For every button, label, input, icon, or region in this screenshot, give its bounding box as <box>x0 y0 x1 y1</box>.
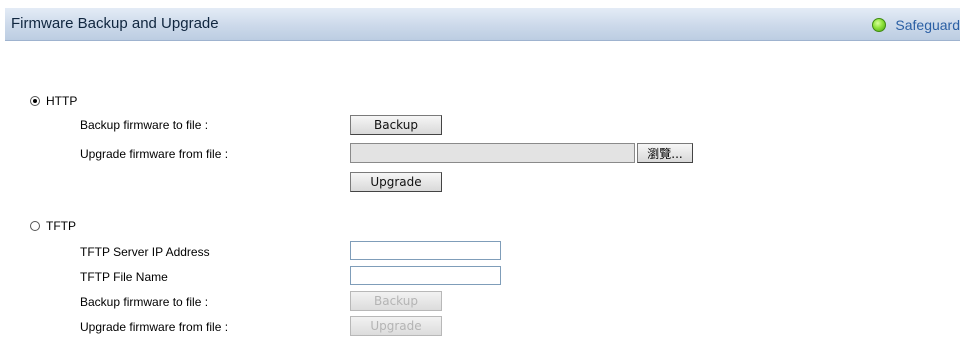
safeguard-status-icon <box>872 18 887 32</box>
tftp-option[interactable]: TFTP <box>30 219 76 233</box>
http-option[interactable]: HTTP <box>30 94 77 108</box>
safeguard-label: Safeguard <box>895 17 960 33</box>
browse-button[interactable]: 瀏覽... <box>637 143 693 163</box>
tftp-server-ip-label: TFTP Server IP Address <box>80 245 210 259</box>
page-header: Firmware Backup and Upgrade Safeguard <box>5 8 960 41</box>
tftp-upgrade-label: Upgrade firmware from file : <box>80 320 229 334</box>
page-title: Firmware Backup and Upgrade <box>11 15 219 32</box>
http-backup-label: Backup firmware to file : <box>80 118 209 132</box>
safeguard-indicator: Safeguard <box>872 15 960 35</box>
http-radio-label: HTTP <box>46 94 78 108</box>
tftp-radio[interactable] <box>30 221 40 231</box>
tftp-upgrade-button[interactable]: Upgrade <box>350 316 442 336</box>
http-upgrade-button[interactable]: Upgrade <box>350 172 442 192</box>
tftp-backup-label: Backup firmware to file : <box>80 295 209 309</box>
tftp-radio-label: TFTP <box>46 219 76 233</box>
http-radio[interactable] <box>30 96 40 106</box>
firmware-file-input[interactable] <box>350 143 635 163</box>
tftp-backup-button[interactable]: Backup <box>350 291 442 311</box>
tftp-file-name-label: TFTP File Name <box>80 270 168 284</box>
tftp-server-ip-input[interactable] <box>350 241 501 260</box>
http-backup-button[interactable]: Backup <box>350 115 442 135</box>
tftp-file-name-input[interactable] <box>350 266 501 285</box>
http-upgrade-label: Upgrade firmware from file : <box>80 147 229 161</box>
